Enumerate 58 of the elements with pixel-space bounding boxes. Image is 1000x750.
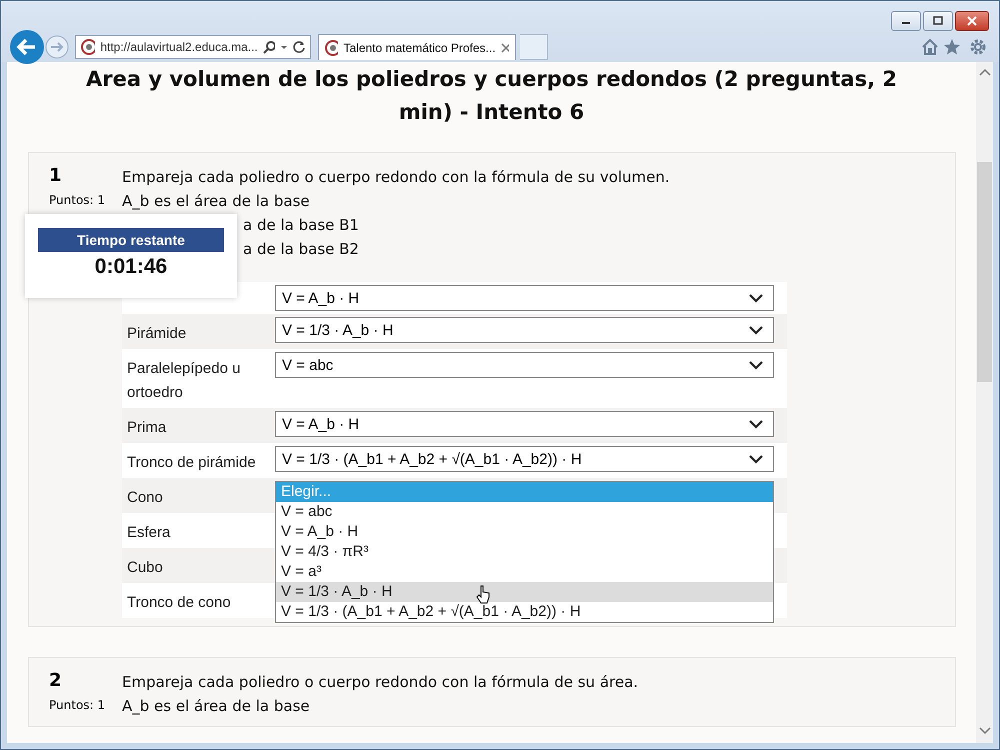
dropdown-option[interactable]: V = A_b · H [276,522,773,542]
timer-value: 0:01:46 [94,254,168,280]
page-title: Area y volumen de los poliedros y cuerpos redondos (2 preguntas, 2 min) - Intento 6 [85,66,898,126]
shape-label: Cono [127,489,163,506]
site-icon [81,39,96,55]
close-button[interactable] [955,11,989,31]
dropdown-option[interactable]: V = abc [276,502,773,522]
site-icon [325,40,338,56]
chevron-icon [749,360,763,370]
close-icon[interactable] [500,42,509,52]
close-icon [966,16,978,26]
dropdown-option[interactable]: V = 1/3 · A_b · H [276,582,773,602]
shape-label: Tronco de pirámide [127,454,256,471]
question-text: A_b es el área de la base [122,697,310,715]
shape-label: Cubo [127,559,163,576]
back-button[interactable] [9,29,45,65]
chevron-icon [749,326,763,334]
formula-dropdown[interactable]: V = A_b · H [275,285,774,311]
scroll-up-icon[interactable] [978,68,990,76]
shape-label: Prima [127,419,166,436]
question-text: a de la base B1 [243,216,359,234]
scrollbar-thumb[interactable] [977,162,992,382]
dropdown-option[interactable]: V = a³ [276,562,773,582]
settings-icon[interactable] [969,38,987,56]
question-text: Empareja cada poliedro o cuerpo redondo con la fórmula de su área. [122,673,638,691]
scrollbar[interactable] [976,62,993,743]
address-bar[interactable]: http://aulavirtual2.educa.ma... [75,35,311,59]
star-icon[interactable] [943,38,961,56]
formula-dropdown[interactable]: V = A_b · H [275,411,774,437]
refresh-icon[interactable] [292,40,305,54]
points-label: Puntos: 1 [49,698,106,712]
maximize-icon [932,16,944,26]
formula-dropdown[interactable]: V = 1/3 · (A_b1 + A_b2 + √(A_b1 · A_b2)) · H [275,446,774,472]
shape-label: Esfera [127,524,170,541]
minimize-button[interactable] [891,11,921,31]
chevron-icon [749,420,763,428]
home-icon[interactable] [921,38,939,56]
chevron-icon [749,454,763,464]
points-label: Puntos: 1 [49,193,106,207]
question-text: A_b es el área de la base [122,192,310,210]
question-number: 2 [49,670,63,692]
scroll-down-icon[interactable] [978,727,990,735]
dropdown-option[interactable]: V = 1/3 · (A_b1 + A_b2 + √(A_b1 · A_b2)) · H [276,602,773,622]
formula-dropdown[interactable]: V = abc [275,352,774,378]
maximize-button[interactable] [923,11,953,31]
search-icon[interactable] [262,40,276,54]
shape-label: Pirámide [127,325,186,342]
pointer-cursor-icon [476,585,490,605]
timer-heading: Tiempo restante [38,228,224,252]
dropdown-option[interactable]: V = 4/3 · πR³ [276,542,773,562]
question-number: 1 [49,165,63,187]
question-text: Empareja cada poliedro o cuerpo redondo con la fórmula de su volumen. [122,168,670,186]
formula-dropdown[interactable]: V = 1/3 · A_b · H [275,317,774,343]
chevron-icon [749,294,763,302]
shape-label: Tronco de cono [127,594,231,611]
browser-tab[interactable]: Talento matemático Profes... [318,34,516,60]
question-text: a de la base B2 [243,240,359,258]
shape-label: Paralelepípedo u ortoedro [127,360,240,401]
